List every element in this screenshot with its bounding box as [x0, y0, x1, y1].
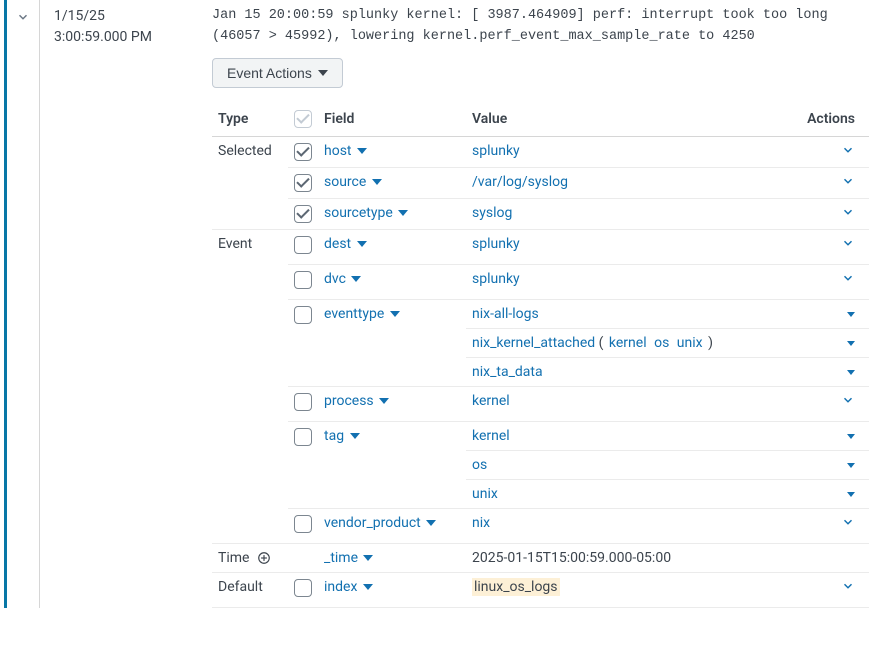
field-checkbox[interactable] [294, 306, 312, 324]
tag-link[interactable]: kernel [609, 335, 647, 351]
field-checkbox[interactable] [294, 271, 312, 289]
header-actions: Actions [801, 102, 869, 137]
event-time: 3:00:59.000 PM [54, 27, 202, 48]
field-name-link[interactable]: tag [324, 428, 360, 444]
action-chevron-icon[interactable] [841, 143, 855, 157]
field-table: Type Field Value Actions Selected host sp… [212, 102, 869, 608]
field-checkbox[interactable] [294, 236, 312, 254]
field-value-link[interactable]: kernel [472, 393, 510, 409]
field-name-link[interactable]: _time [324, 550, 373, 566]
field-value-link[interactable]: unix [472, 486, 498, 502]
action-chevron-icon[interactable] [841, 205, 855, 219]
field-checkbox[interactable] [294, 515, 312, 533]
action-caret-icon[interactable] [847, 370, 855, 375]
field-value-link[interactable]: nix-all-logs [472, 306, 539, 322]
raw-event-text: Jan 15 20:00:59 splunky kernel: [ 3987.4… [212, 6, 869, 58]
action-chevron-icon[interactable] [841, 236, 855, 250]
field-value-link[interactable]: kernel [472, 428, 510, 444]
action-chevron-icon[interactable] [841, 579, 855, 593]
table-row: process kernel [212, 386, 869, 421]
header-type: Type [212, 102, 288, 137]
tag-link[interactable]: unix [677, 335, 703, 351]
index-value: linux_os_logs [472, 578, 560, 596]
field-checkbox[interactable] [294, 143, 312, 161]
section-label-time: Time [218, 550, 249, 566]
event-date: 1/15/25 [54, 6, 202, 27]
field-name-link[interactable]: process [324, 393, 389, 409]
field-name-link[interactable]: dvc [324, 271, 361, 287]
field-name-link[interactable]: sourcetype [324, 205, 408, 221]
field-name-link[interactable]: dest [324, 236, 367, 252]
field-name-link[interactable]: eventtype [324, 306, 400, 322]
field-value-link[interactable]: nix [472, 515, 490, 531]
section-label-selected: Selected [218, 143, 272, 159]
table-row: sourcetype syslog [212, 198, 869, 229]
action-caret-icon[interactable] [847, 492, 855, 497]
field-checkbox[interactable] [294, 174, 312, 192]
collapse-toggle[interactable] [16, 6, 30, 28]
table-row: Selected host splunky [212, 136, 869, 167]
action-chevron-icon[interactable] [841, 271, 855, 285]
section-label-event: Event [218, 236, 252, 252]
field-name-link[interactable]: vendor_product [324, 515, 436, 531]
field-checkbox[interactable] [294, 428, 312, 446]
field-value-link[interactable]: splunky [472, 271, 520, 287]
field-value-link[interactable]: os [472, 457, 487, 473]
table-row: Event dest splunky [212, 229, 869, 264]
field-value-link[interactable]: /var/log/syslog [472, 174, 568, 190]
table-row: source /var/log/syslog [212, 167, 869, 198]
action-chevron-icon[interactable] [841, 174, 855, 188]
action-caret-icon[interactable] [847, 463, 855, 468]
action-chevron-icon[interactable] [841, 393, 855, 407]
table-row: Default index linux_os_logs [212, 572, 869, 607]
field-value-link[interactable]: nix_kernel_attached [472, 335, 595, 351]
section-label-default: Default [218, 579, 263, 595]
table-row: tag kernel [212, 421, 869, 450]
select-all-checkbox[interactable] [294, 110, 312, 128]
action-caret-icon[interactable] [847, 312, 855, 317]
event-timestamp: 1/15/25 3:00:59.000 PM [40, 0, 212, 608]
action-chevron-icon[interactable] [841, 515, 855, 529]
field-name-link[interactable]: index [324, 579, 373, 595]
table-row: Time _time 2025-01-15T15:00:59.000-05:00 [212, 543, 869, 572]
field-value-link[interactable]: syslog [472, 205, 512, 221]
header-checkbox [288, 102, 318, 137]
table-row: eventtype nix-all-logs [212, 299, 869, 328]
event-actions-button[interactable]: Event Actions [212, 58, 343, 88]
header-field: Field [318, 102, 466, 137]
action-caret-icon[interactable] [847, 341, 855, 346]
field-name-link[interactable]: source [324, 174, 382, 190]
table-row: vendor_product nix [212, 508, 869, 543]
field-checkbox[interactable] [294, 393, 312, 411]
event-row: 1/15/25 3:00:59.000 PM Jan 15 20:00:59 s… [0, 0, 869, 608]
action-caret-icon[interactable] [847, 434, 855, 439]
field-value-link[interactable]: nix_ta_data [472, 364, 543, 380]
header-value: Value [466, 102, 801, 137]
time-value: 2025-01-15T15:00:59.000-05:00 [472, 550, 671, 566]
field-name-link[interactable]: host [324, 143, 367, 159]
field-checkbox[interactable] [294, 579, 312, 597]
tag-link[interactable]: os [654, 335, 669, 351]
time-add-icon[interactable] [257, 551, 271, 565]
table-row: dvc splunky [212, 264, 869, 299]
field-checkbox[interactable] [294, 205, 312, 223]
field-value-link[interactable]: splunky [472, 236, 520, 252]
field-value-link[interactable]: splunky [472, 143, 520, 159]
